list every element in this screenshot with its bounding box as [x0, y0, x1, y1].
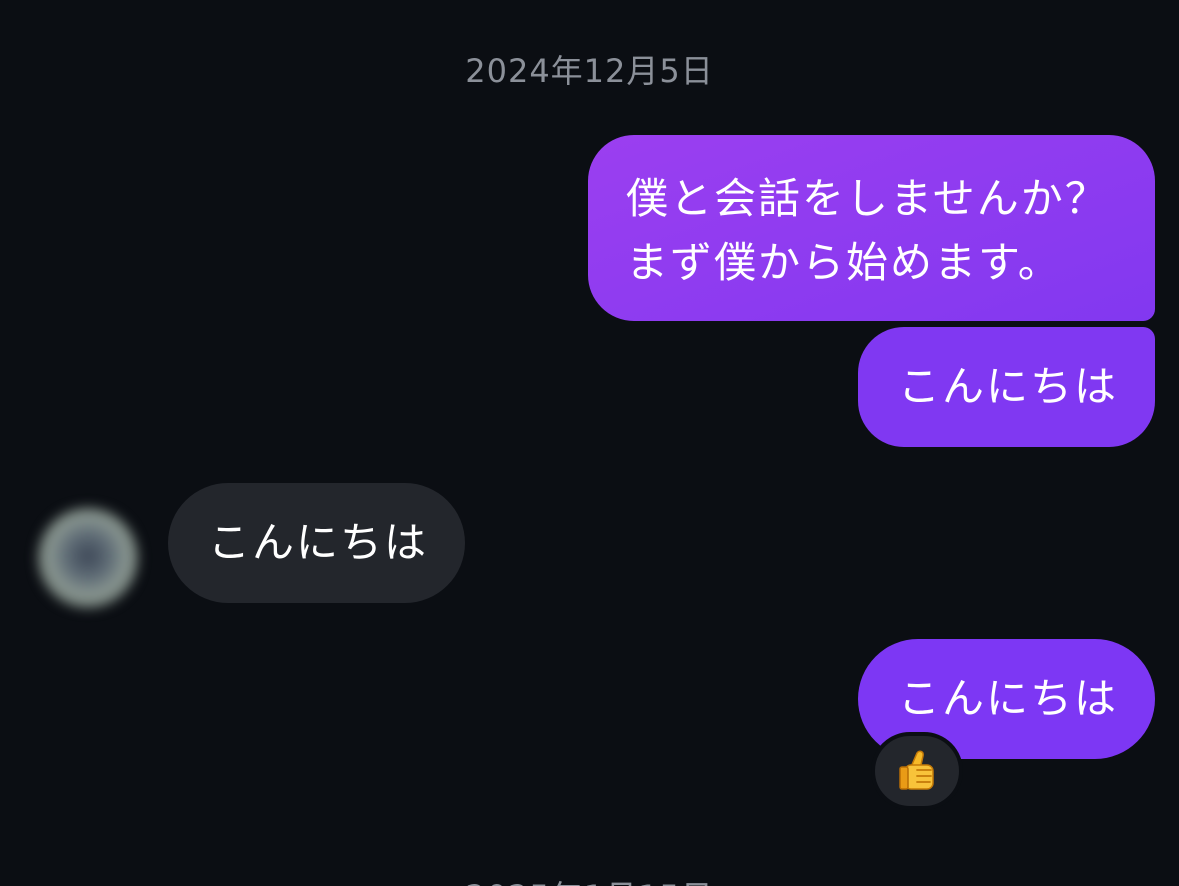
thumbs-up-icon: [899, 750, 934, 790]
chat-thread: 2024年12月5日 僕と会話をしませんか？ まず僕から始めます。 こんにちは …: [0, 0, 1179, 886]
date-separator: 2025年1月15日: [0, 872, 1179, 886]
sent-message-bubble[interactable]: こんにちは: [858, 327, 1155, 447]
contact-avatar[interactable]: [38, 508, 138, 608]
message-reaction[interactable]: [871, 732, 963, 810]
sent-message-bubble[interactable]: 僕と会話をしませんか？ まず僕から始めます。: [588, 135, 1155, 321]
received-message-bubble[interactable]: こんにちは: [168, 483, 465, 603]
date-separator: 2024年12月5日: [465, 52, 714, 90]
